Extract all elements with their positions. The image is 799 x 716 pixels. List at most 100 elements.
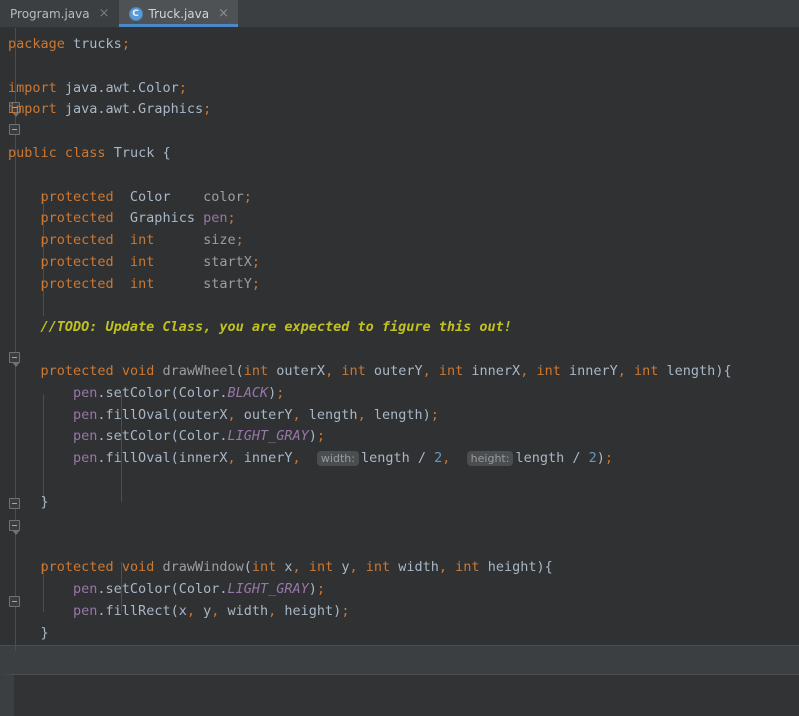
code-token: int — [634, 362, 659, 379]
code-token: int — [243, 362, 269, 379]
code-token: outerY — [365, 362, 423, 379]
code-token: int — [455, 559, 480, 576]
code-token: , — [211, 602, 228, 619]
code-line[interactable] — [0, 121, 732, 143]
code-token: int — [536, 362, 561, 379]
code-token: LIGHT_GRAY — [227, 580, 309, 597]
code-token: , — [357, 406, 374, 423]
close-icon[interactable]: × — [99, 7, 110, 21]
code-line[interactable]: pen.setColor(Color.LIGHT_GRAY); — [0, 579, 732, 601]
code-line[interactable] — [0, 514, 732, 536]
code-line[interactable]: //TODO: Update Class, you are expected t… — [0, 317, 732, 339]
code-token: pen — [73, 384, 98, 401]
code-token: drawWindow — [162, 559, 244, 576]
code-token: ; — [276, 384, 285, 401]
code-token: , — [292, 559, 309, 576]
code-line[interactable]: pen.setColor(Color.BLACK); — [0, 383, 732, 405]
code-line[interactable]: pen.setColor(Color.LIGHT_GRAY); — [0, 426, 732, 448]
code-token: int — [438, 362, 464, 379]
inlay-parameter-hint: height: — [466, 451, 514, 467]
code-line[interactable] — [0, 165, 732, 187]
code-token: y — [203, 602, 212, 619]
code-token: , — [325, 362, 342, 379]
code-line[interactable]: protected Color color; — [0, 187, 732, 209]
code-token: void — [121, 362, 155, 379]
code-line[interactable]: pen.fillOval(innerX, innerY, width: lengt… — [0, 448, 732, 470]
code-token: innerY — [560, 362, 618, 379]
code-line[interactable] — [0, 535, 732, 557]
code-editor[interactable]: package trucks; import java.awt.Color; imp… — [0, 28, 799, 645]
code-token: height — [479, 559, 537, 576]
code-line[interactable]: protected int startX; — [0, 252, 732, 274]
code-line[interactable]: protected void drawWindow(int x, int y, … — [0, 557, 732, 579]
code-token: size — [203, 232, 236, 249]
code-token: / — [409, 450, 435, 467]
code-token: ; — [251, 253, 261, 270]
code-token: ) — [596, 450, 605, 467]
code-token: .setColor(Color. — [97, 580, 228, 597]
code-line[interactable]: } — [0, 492, 732, 514]
code-line[interactable]: protected int size; — [0, 230, 732, 252]
code-token: outerY — [243, 406, 293, 423]
code-token: , — [617, 362, 635, 379]
code-line[interactable]: import java.awt.Graphics; — [0, 99, 732, 121]
code-line[interactable] — [0, 56, 732, 78]
code-token: length — [360, 450, 410, 467]
tab-label: Truck.java — [148, 6, 210, 21]
code-token: Truck { — [105, 144, 171, 161]
code-line[interactable] — [0, 339, 732, 361]
code-token: , — [227, 406, 244, 423]
code-token: , — [268, 602, 285, 619]
code-line[interactable]: protected void drawWheel(int outerX, int… — [0, 361, 732, 383]
code-token: int — [129, 275, 155, 292]
code-line[interactable]: pen.fillRect(x, y, width, height); — [0, 601, 732, 623]
tab-program-java[interactable]: Program.java × — [0, 0, 119, 27]
code-token: java.awt.Graphics — [56, 101, 204, 118]
code-token: .fillOval(outerX — [97, 406, 228, 423]
code-line[interactable] — [0, 470, 732, 492]
code-token: ; — [121, 36, 130, 52]
code-token: , — [422, 362, 439, 379]
code-line[interactable]: } — [0, 623, 732, 645]
code-token: ; — [251, 275, 261, 292]
code-line[interactable] — [0, 296, 732, 318]
code-token: protected — [40, 232, 114, 249]
code-token: protected — [40, 275, 114, 292]
code-line[interactable]: pen.fillOval(outerX, outerY, length, len… — [0, 405, 732, 427]
code-token: protected — [40, 188, 114, 205]
close-icon[interactable]: × — [218, 7, 229, 21]
code-token: , — [227, 450, 244, 467]
code-token: length) — [373, 406, 431, 423]
code-token: int — [308, 559, 334, 576]
code-token: , — [520, 362, 537, 379]
code-token: BLACK — [227, 384, 269, 401]
code-token: , — [186, 602, 204, 619]
code-token: innerX — [463, 362, 521, 379]
code-line[interactable]: protected int startY; — [0, 274, 732, 296]
code-line[interactable]: public class Truck { — [0, 143, 732, 165]
tab-truck-java[interactable]: C Truck.java × — [118, 0, 239, 27]
code-line[interactable]: package trucks; — [0, 34, 732, 56]
code-token: , — [292, 450, 309, 467]
code-line[interactable]: import java.awt.Color; — [0, 78, 732, 100]
editor-tab-bar: Program.java × C Truck.java × — [0, 0, 799, 28]
code-token: / — [564, 450, 589, 467]
code-line[interactable]: protected Graphics pen; — [0, 208, 732, 230]
code-token: LIGHT_GRAY — [227, 428, 309, 445]
code-content[interactable]: package trucks; import java.awt.Color; imp… — [0, 28, 732, 645]
code-token: ; — [227, 210, 236, 227]
code-token: startX — [203, 253, 252, 270]
